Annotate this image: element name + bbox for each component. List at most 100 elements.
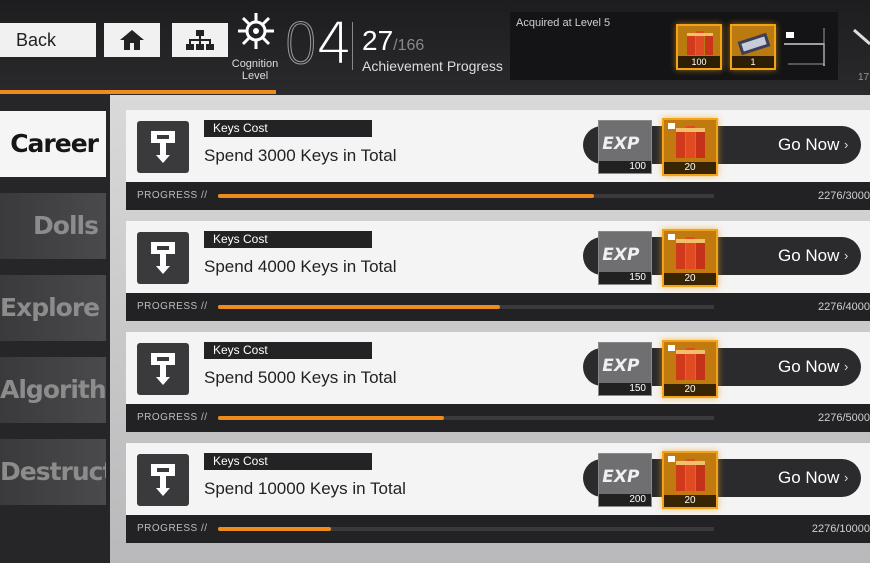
key-icon [151, 242, 175, 274]
exp-badge-label: EXP [600, 467, 641, 487]
cognition-chip-icon [238, 13, 274, 49]
tab-explore[interactable]: Explore [0, 275, 106, 341]
home-button[interactable] [104, 23, 160, 57]
tab-algorithm[interactable]: Algorithm [0, 357, 106, 423]
task-card-body: Keys Cost Spend 5000 Keys in Total EXP 1… [126, 332, 870, 404]
hierarchy-icon [186, 30, 214, 50]
chevron-right-icon: › [844, 248, 849, 263]
go-now-label[interactable]: Go Now [778, 246, 839, 266]
task-card-body: Keys Cost Spend 10000 Keys in Total EXP … [126, 443, 870, 515]
level-reward-item[interactable]: 1 [730, 24, 776, 70]
exp-reward-item[interactable]: EXP 150 [598, 231, 652, 285]
cognition-level-ghost-digit: 0 [283, 12, 320, 77]
achievement-progress-label: Achievement Progress [362, 58, 503, 74]
task-description: Spend 3000 Keys in Total [204, 146, 397, 165]
task-type-badge [137, 232, 189, 284]
keys-reward-item[interactable]: 20 [662, 340, 718, 398]
level-reward-qty: 100 [678, 56, 720, 68]
task-description: Spend 5000 Keys in Total [204, 368, 397, 387]
progress-track [218, 305, 714, 309]
level-reward-label: Acquired at Level 5 [516, 17, 611, 29]
task-card: Keys Cost Spend 3000 Keys in Total EXP 1… [126, 110, 870, 210]
achievement-total: /166 [393, 37, 425, 54]
progress-value: 2276/10000 [811, 523, 870, 535]
tab-dolls[interactable]: Dolls [0, 193, 106, 259]
task-category-tag: Keys Cost [204, 231, 372, 248]
progress-value: 2276/4000 [818, 301, 870, 313]
task-card-body: Keys Cost Spend 4000 Keys in Total EXP 1… [126, 221, 870, 293]
top-bar: Back Cognition Level 04 27/166 Achieveme… [0, 0, 870, 95]
progress-label: PROGRESS // [137, 301, 208, 312]
keys-bundle-icon [668, 234, 705, 269]
progress-track [218, 527, 714, 531]
chevron-right-icon: › [844, 359, 849, 374]
keys-reward-item[interactable]: 20 [662, 451, 718, 509]
keys-bundle-icon [668, 123, 705, 158]
exp-reward-qty: 200 [599, 494, 651, 506]
header-divider [352, 22, 353, 70]
exp-reward-item[interactable]: EXP 200 [598, 453, 652, 507]
task-type-badge [137, 343, 189, 395]
hierarchy-button[interactable] [172, 23, 228, 57]
progress-strip: PROGRESS // 2276/4000 [126, 293, 870, 321]
level-reward-item[interactable]: 100 [676, 24, 722, 70]
level-reward-qty: 1 [732, 56, 774, 68]
progress-strip: PROGRESS // 2276/5000 [126, 404, 870, 432]
key-icon [151, 353, 175, 385]
back-button[interactable]: Back [0, 23, 96, 57]
progress-track [218, 194, 714, 198]
task-category-tag: Keys Cost [204, 120, 372, 137]
task-category-tag: Keys Cost [204, 453, 372, 470]
task-description: Spend 4000 Keys in Total [204, 257, 397, 276]
keys-reward-qty: 20 [664, 384, 716, 396]
progress-track [218, 416, 714, 420]
data-chip-icon [737, 32, 771, 56]
exp-reward-qty: 150 [599, 272, 651, 284]
progress-label: PROGRESS // [137, 412, 208, 423]
exp-reward-item[interactable]: EXP 150 [598, 342, 652, 396]
go-now-label[interactable]: Go Now [778, 135, 839, 155]
edge-chevron-icon [853, 28, 870, 46]
progress-label: PROGRESS // [137, 523, 208, 534]
exp-reward-qty: 100 [599, 161, 651, 173]
chevron-right-icon: › [844, 137, 849, 152]
task-card: Keys Cost Spend 10000 Keys in Total EXP … [126, 443, 870, 543]
progress-strip: PROGRESS // 2276/3000 [126, 182, 870, 210]
keys-reward-item[interactable]: 20 [662, 118, 718, 176]
layout-tool-icon[interactable] [780, 26, 830, 70]
exp-reward-item[interactable]: EXP 100 [598, 120, 652, 174]
exp-reward-qty: 150 [599, 383, 651, 395]
progress-fill [218, 527, 331, 531]
exp-badge-label: EXP [600, 356, 641, 376]
go-now-label[interactable]: Go Now [778, 468, 839, 488]
progress-value: 2276/5000 [818, 412, 870, 424]
task-card: Keys Cost Spend 4000 Keys in Total EXP 1… [126, 221, 870, 321]
task-card-body: Keys Cost Spend 3000 Keys in Total EXP 1… [126, 110, 870, 182]
keys-reward-item[interactable]: 20 [662, 229, 718, 287]
key-icon [151, 131, 175, 163]
header-accent-line [0, 90, 276, 94]
progress-fill [218, 305, 501, 309]
progress-label: PROGRESS // [137, 190, 208, 201]
go-now-label[interactable]: Go Now [778, 357, 839, 377]
exp-badge-label: EXP [600, 245, 641, 265]
task-card: Keys Cost Spend 5000 Keys in Total EXP 1… [126, 332, 870, 432]
task-description: Spend 10000 Keys in Total [204, 479, 406, 498]
category-sidebar: Career Dolls Explore Algorithm Destructi… [0, 95, 110, 563]
cognition-level-label: Cognition Level [231, 58, 279, 82]
progress-strip: PROGRESS // 2276/10000 [126, 515, 870, 543]
progress-fill [218, 416, 444, 420]
tab-destruction[interactable]: Destruction [0, 439, 106, 505]
keys-bundle-icon [668, 456, 705, 491]
exp-badge-label: EXP [600, 134, 641, 154]
achievement-count: 27/166 [362, 26, 424, 61]
cognition-level-digit: 4 [316, 12, 353, 77]
keys-bundle-icon [668, 345, 705, 380]
task-type-badge [137, 454, 189, 506]
keys-reward-qty: 20 [664, 162, 716, 174]
task-category-tag: Keys Cost [204, 342, 372, 359]
home-icon [120, 30, 144, 50]
tab-career[interactable]: Career [0, 111, 106, 177]
chevron-right-icon: › [844, 470, 849, 485]
achievement-current: 27 [362, 25, 394, 56]
